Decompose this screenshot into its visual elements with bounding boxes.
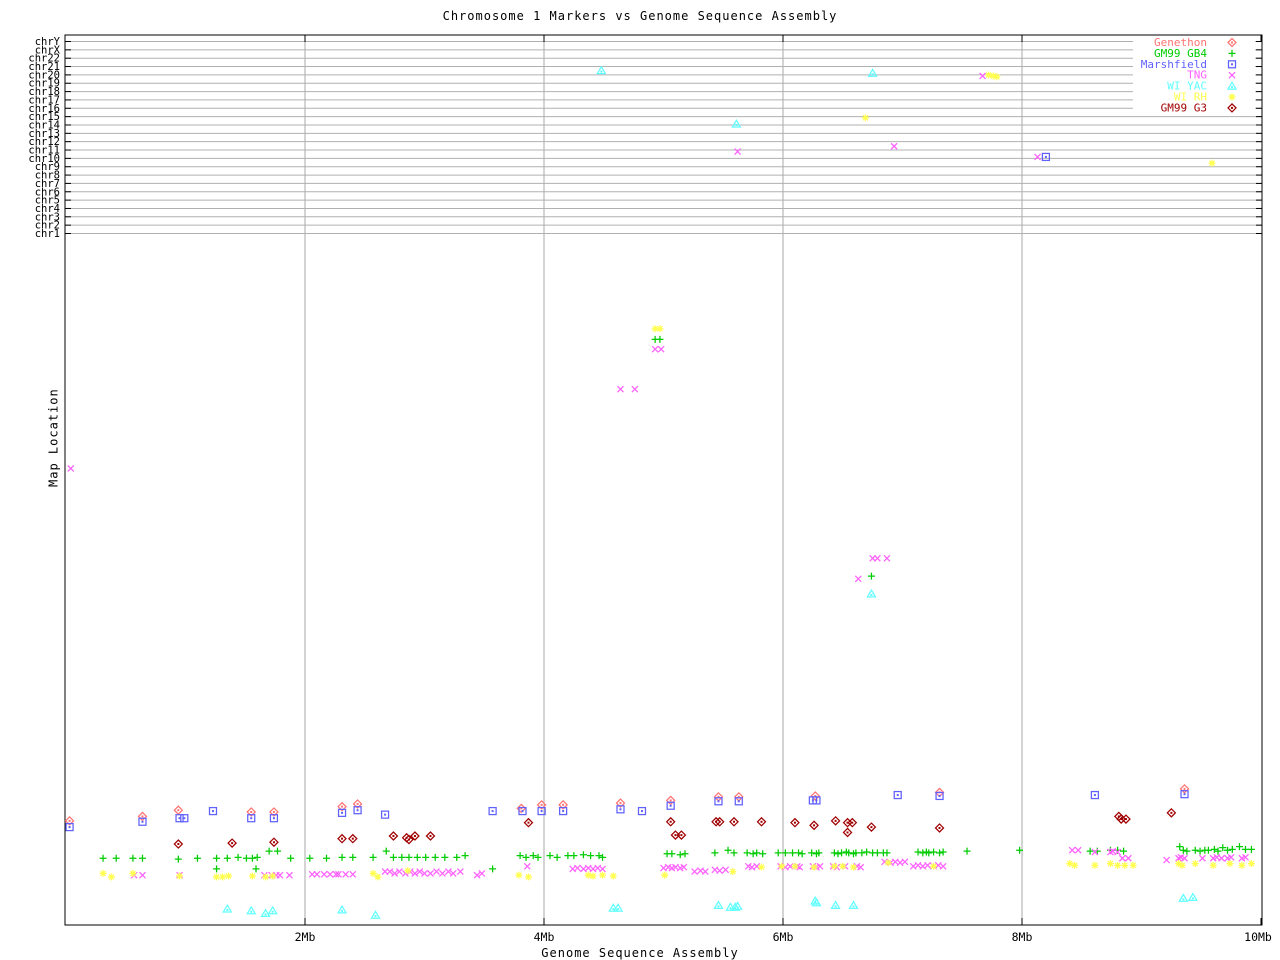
series-gm99-g3 <box>173 807 1177 849</box>
x-axis-label: Genome Sequence Assembly <box>541 946 739 960</box>
legend-label-gm99-g3: GM99 G3 <box>1161 101 1207 114</box>
x-tick-label: 4Mb <box>534 930 555 944</box>
series-wi-rh <box>99 71 1255 881</box>
plot-border <box>64 34 1263 926</box>
legend: GenethonGM99 GB4MarshfieldTNGWI YACWI RH… <box>1133 36 1255 115</box>
chromosome-row-labels: chrYchrXchr22chr21chr20chr19chr18chr17ch… <box>28 36 60 240</box>
series-genethon <box>64 783 1190 826</box>
chart-title: Chromosome 1 Markers vs Genome Sequence … <box>442 9 838 23</box>
x-tick-label: 6Mb <box>773 930 794 944</box>
row-label-chr1: chr1 <box>35 228 60 240</box>
scatter-plot-canvas: chrYchrXchr22chr21chr20chr19chr18chr17ch… <box>28 34 1272 944</box>
legend-symbol-asterisk-icon <box>1228 93 1236 101</box>
gridlines <box>65 35 1262 925</box>
series-gm99-gb4 <box>99 335 1255 873</box>
y-axis-label: Map Location <box>46 388 61 487</box>
x-tick-label: 8Mb <box>1012 930 1033 944</box>
series-marshfield <box>65 152 1189 832</box>
x-tick-label: 2Mb <box>295 930 316 944</box>
series-tng <box>67 72 1249 879</box>
chart-page: Chromosome 1 Markers vs Genome Sequence … <box>0 0 1280 960</box>
series-wi-yac <box>222 65 1198 919</box>
x-tick-label: 10Mb <box>1244 930 1272 944</box>
